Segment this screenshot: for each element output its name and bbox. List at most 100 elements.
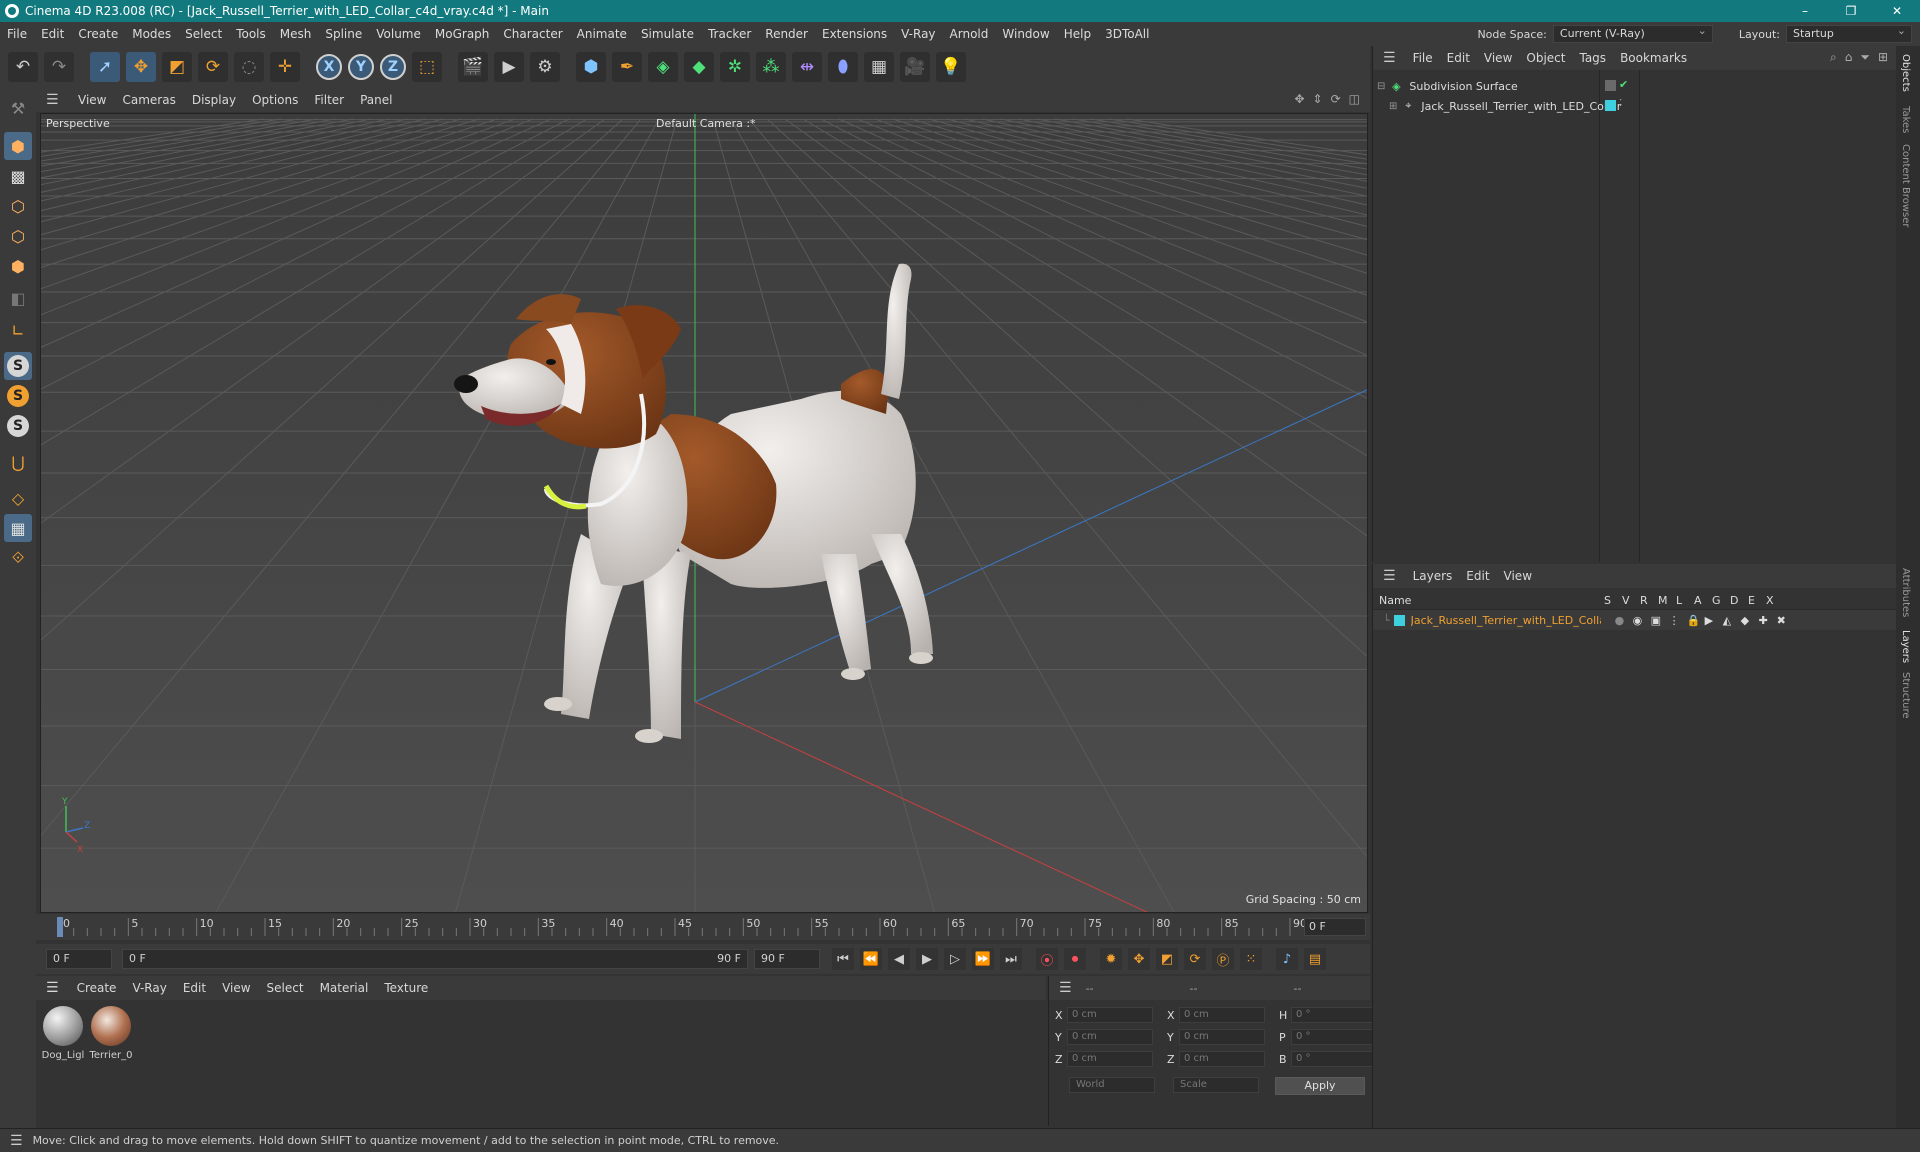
col-expressions[interactable]: E	[1748, 594, 1766, 607]
layer-name[interactable]: Jack_Russell_Terrier_with_LED_Collar	[1411, 614, 1601, 627]
texture-mode-button[interactable]: ▩	[4, 162, 32, 190]
search-icon[interactable]: ⌕	[1830, 50, 1837, 65]
menu-edit[interactable]: Edit	[34, 27, 71, 41]
material-swatch[interactable]: Dog_Ligl	[41, 1006, 85, 1061]
mat-menu-edit[interactable]: Edit	[175, 981, 214, 995]
locked-workplane-button[interactable]: ⟐	[4, 544, 32, 572]
menu-modes[interactable]: Modes	[125, 27, 178, 41]
light-button[interactable]: 💡	[936, 52, 966, 82]
size-z-field[interactable]: 0 cm	[1179, 1051, 1265, 1067]
workplane-button[interactable]: ◇	[4, 484, 32, 512]
animation-play-icon[interactable]: ▶	[1705, 614, 1723, 627]
coordinate-size-mode-dropdown[interactable]: Scale	[1173, 1077, 1259, 1093]
deformer-icon[interactable]: ◆	[1741, 614, 1759, 627]
menu-simulate[interactable]: Simulate	[634, 27, 701, 41]
hamburger-icon[interactable]: ☰	[1383, 50, 1396, 66]
lock-z-axis-button[interactable]: Z	[380, 54, 406, 80]
obj-menu-object[interactable]: Object	[1519, 51, 1572, 65]
frame-range-slider[interactable]: 0 F 90 F	[122, 949, 748, 969]
start-frame-field[interactable]: 0 F	[46, 949, 112, 969]
close-button[interactable]: ✕	[1874, 0, 1920, 22]
vp-menu-options[interactable]: Options	[244, 93, 306, 107]
col-xrefs[interactable]: X	[1766, 594, 1784, 607]
tab-objects[interactable]: Objects	[1900, 54, 1911, 92]
hamburger-icon[interactable]: ☰	[46, 92, 60, 108]
keyframe-selection-button[interactable]: ✹	[1100, 948, 1122, 970]
hamburger-icon[interactable]: ☰	[1383, 568, 1396, 584]
menu-vray[interactable]: V-Ray	[894, 27, 942, 41]
lock-y-axis-button[interactable]: Y	[348, 54, 374, 80]
end-frame-field[interactable]: 90 F	[754, 949, 820, 969]
make-editable-button[interactable]: ⚒	[4, 94, 32, 122]
menu-help[interactable]: Help	[1057, 27, 1098, 41]
render-view-button[interactable]: 🎬	[458, 52, 488, 82]
hamburger-icon[interactable]: ☰	[46, 980, 59, 996]
autokey-button[interactable]: ⏺	[1064, 948, 1086, 970]
eye-icon[interactable]: ◉	[1633, 614, 1651, 627]
grid-plane-button[interactable]: ▦	[4, 514, 32, 542]
render-to-picture-viewer-button[interactable]: ▶	[494, 52, 524, 82]
orbit-icon[interactable]: ⟳	[1331, 92, 1341, 106]
layer-color-icon[interactable]	[1605, 100, 1616, 111]
layer-menu-view[interactable]: View	[1497, 569, 1539, 583]
render-settings-button[interactable]: ⚙	[530, 52, 560, 82]
model-mode-button[interactable]: ⬢	[4, 132, 32, 160]
enabled-check-icon[interactable]: ✔	[1619, 78, 1630, 91]
extrude-button[interactable]: ◆	[684, 52, 714, 82]
timeline-window-button[interactable]: ♪	[1276, 948, 1298, 970]
lock-icon[interactable]: 🔒	[1687, 614, 1705, 627]
layer-menu-edit[interactable]: Edit	[1459, 569, 1496, 583]
cloner-button[interactable]: ✲	[720, 52, 750, 82]
redo-button[interactable]: ↷	[44, 52, 74, 82]
go-to-end-button[interactable]: ⏭	[1000, 948, 1022, 970]
cube-object-button[interactable]: ⬢	[576, 52, 606, 82]
menu-extensions[interactable]: Extensions	[815, 27, 894, 41]
solo-dot-icon[interactable]: ●	[1615, 614, 1633, 627]
vp-menu-cameras[interactable]: Cameras	[114, 93, 183, 107]
filter-icon[interactable]: ⏷	[1860, 50, 1870, 65]
snap-settings-button[interactable]: S	[4, 382, 32, 410]
size-y-field[interactable]: 0 cm	[1179, 1029, 1265, 1045]
lock-x-axis-button[interactable]: X	[316, 54, 342, 80]
menu-tools[interactable]: Tools	[229, 27, 273, 41]
pen-spline-button[interactable]: ✒	[612, 52, 642, 82]
vp-menu-display[interactable]: Display	[184, 93, 244, 107]
edge-mode-button[interactable]: ⬡	[4, 222, 32, 250]
select-tool-button[interactable]: ➚	[90, 52, 120, 82]
rotate-tool-button[interactable]: ⟳	[198, 52, 228, 82]
subdivision-surface-button[interactable]: ◈	[648, 52, 678, 82]
axis-mode-button[interactable]: ∟	[4, 316, 32, 344]
tab-structure[interactable]: Structure	[1900, 672, 1911, 719]
col-deformers[interactable]: D	[1730, 594, 1748, 607]
current-frame-field[interactable]: 0 F	[1304, 918, 1366, 936]
scale-track-button[interactable]: ◩	[1156, 948, 1178, 970]
dolly-icon[interactable]: ⇕	[1313, 92, 1323, 106]
menu-select[interactable]: Select	[178, 27, 229, 41]
viewport-camera-label[interactable]: Default Camera :*	[656, 117, 756, 130]
polygon-mode-button[interactable]: ⬢	[4, 252, 32, 280]
camera-button[interactable]: 🎥	[900, 52, 930, 82]
position-track-button[interactable]: ✥	[1128, 948, 1150, 970]
layer-color-swatch[interactable]	[1393, 614, 1405, 626]
rotation-b-field[interactable]: 0 °	[1291, 1051, 1377, 1067]
vp-menu-filter[interactable]: Filter	[306, 93, 352, 107]
size-x-field[interactable]: 0 cm	[1179, 1007, 1265, 1023]
deformer-button[interactable]: ⇹	[792, 52, 822, 82]
scale-tool-button[interactable]: ◩	[162, 52, 192, 82]
timeline-ruler[interactable]: 0 5 10 15 20 25 30 35 40 45 50 55 60 65 70 75 80 85 90 0 F	[36, 914, 1370, 940]
manager-tree-icon[interactable]: ⋮	[1669, 614, 1687, 627]
position-y-field[interactable]: 0 cm	[1067, 1029, 1153, 1045]
tab-content-browser[interactable]: Content Browser	[1900, 144, 1911, 227]
maximize-view-icon[interactable]: ◫	[1349, 92, 1360, 106]
vp-menu-view[interactable]: View	[70, 93, 114, 107]
uv-mode-button[interactable]: ◧	[4, 284, 32, 312]
menu-character[interactable]: Character	[496, 27, 569, 41]
visibility-toggle-icon[interactable]	[1605, 80, 1616, 91]
col-manager[interactable]: M	[1658, 594, 1676, 607]
mat-menu-select[interactable]: Select	[259, 981, 312, 995]
play-button[interactable]: ▶	[916, 948, 938, 970]
transform-tool-button[interactable]: ✛	[270, 52, 300, 82]
mat-menu-vray[interactable]: V-Ray	[124, 981, 174, 995]
layer-menu-layers[interactable]: Layers	[1406, 569, 1460, 583]
obj-menu-bookmarks[interactable]: Bookmarks	[1613, 51, 1694, 65]
